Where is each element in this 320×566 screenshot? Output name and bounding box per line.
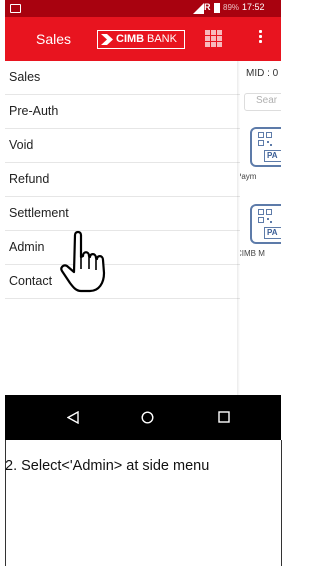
app-bar: Sales CIMB BANK (5, 17, 281, 61)
battery-icon (214, 3, 220, 13)
menu-item-void[interactable]: Void (5, 129, 240, 163)
main-content: MID : 0 Sear PA Paym (240, 61, 281, 395)
home-icon[interactable] (141, 411, 154, 424)
qr-pay-icon: PA (250, 204, 281, 244)
recents-icon[interactable] (218, 411, 230, 423)
pointing-hand-icon (60, 230, 106, 293)
menu-item-refund[interactable]: Refund (5, 163, 240, 197)
network-type: R (204, 2, 211, 12)
android-nav-bar (5, 395, 281, 440)
pay-badge: PA (264, 227, 281, 239)
tile-label: CIMB M (240, 249, 265, 258)
more-options-icon[interactable] (259, 30, 263, 46)
back-icon[interactable] (67, 411, 79, 424)
logo-text-bank: BANK (147, 33, 177, 45)
qr-code-icon (258, 132, 272, 146)
page-rule-right (281, 440, 282, 566)
page-title: Sales (36, 31, 72, 47)
signal-icon (193, 3, 204, 14)
menu-item-admin[interactable]: Admin (5, 231, 240, 265)
apps-grid-icon[interactable] (205, 30, 222, 47)
menu-item-pre-auth[interactable]: Pre-Auth (5, 95, 240, 129)
sim-icon (10, 4, 21, 13)
cimb-logo-mark-icon (101, 34, 113, 45)
instruction-caption: 2. Select<'Admin> at side menu (5, 458, 210, 474)
phone-screen: R 89% 17:52 Sales CIMB BANK MID : 0 Sear (5, 0, 281, 440)
pay-badge: PA (264, 150, 281, 162)
menu-item-contact[interactable]: Contact (5, 265, 240, 299)
menu-item-settlement[interactable]: Settlement (5, 197, 240, 231)
qr-code-icon (258, 209, 272, 223)
status-bar: R 89% 17:52 (5, 0, 281, 17)
cimb-logo: CIMB BANK (97, 30, 185, 49)
clock: 17:52 (242, 2, 265, 12)
side-menu: Sales Pre-Auth Void Refund Settlement Ad… (5, 61, 240, 395)
qr-pay-icon: PA (250, 127, 281, 167)
tile-label: Paym (240, 172, 257, 181)
search-input[interactable]: Sear (244, 93, 281, 111)
battery-level: 89% (223, 3, 240, 12)
merchant-id-label: MID : 0 (246, 68, 279, 79)
menu-item-sales[interactable]: Sales (5, 61, 240, 95)
logo-text-cimb: CIMB (116, 33, 145, 45)
